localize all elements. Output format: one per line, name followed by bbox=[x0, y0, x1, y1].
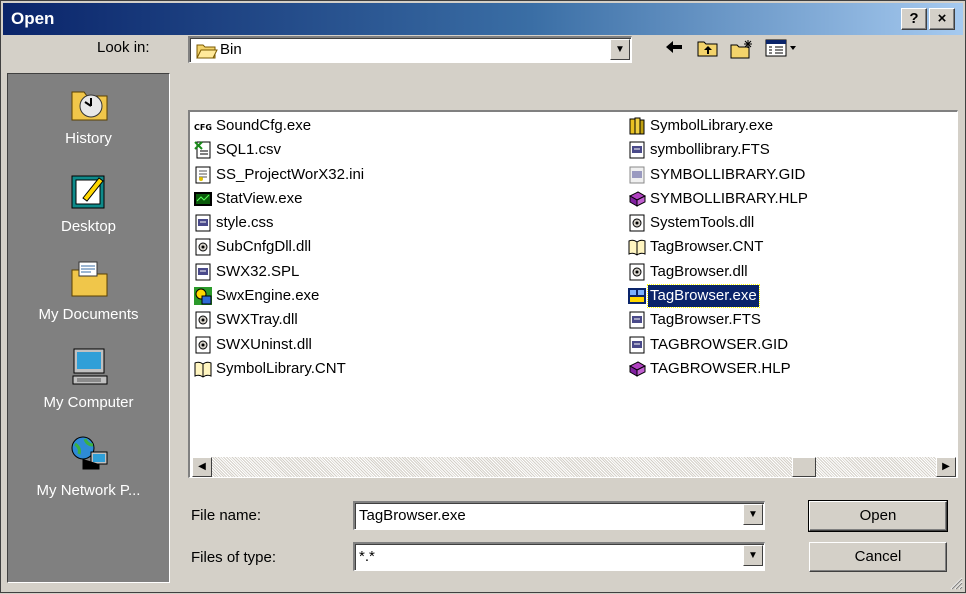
statview-app-icon bbox=[194, 190, 212, 208]
file-name-input[interactable]: TagBrowser.exe ▼ bbox=[353, 501, 765, 530]
svg-text:CFG: CFG bbox=[194, 123, 212, 132]
open-button[interactable]: Open bbox=[808, 500, 948, 532]
title-bar: Open ? × bbox=[3, 3, 963, 35]
places-bar: History Desktop My Documents My Computer… bbox=[7, 73, 170, 583]
file-name-value: TagBrowser.exe bbox=[359, 507, 466, 524]
generic-doc-icon bbox=[628, 141, 646, 159]
file-list[interactable]: CFG SoundCfg.exe SQL1.csv SS_ProjectWorX… bbox=[188, 110, 958, 478]
up-folder-icon[interactable] bbox=[695, 39, 721, 61]
my-network-places-icon bbox=[69, 434, 111, 476]
cancel-button[interactable]: Cancel bbox=[809, 542, 947, 572]
place-label: Desktop bbox=[60, 218, 117, 235]
files-of-type-dropdown[interactable]: *.* ▼ bbox=[353, 542, 765, 571]
dll-icon bbox=[194, 311, 212, 329]
my-computer-icon bbox=[69, 346, 111, 388]
look-in-label: Look in: bbox=[97, 39, 150, 56]
place-my-network-places[interactable]: My Network P... bbox=[8, 430, 169, 520]
place-label: My Computer bbox=[43, 394, 134, 411]
scroll-left-icon[interactable]: ◀ bbox=[192, 457, 212, 477]
history-icon bbox=[69, 82, 111, 124]
help-contents-icon bbox=[194, 360, 212, 378]
place-my-computer[interactable]: My Computer bbox=[8, 342, 169, 432]
library-app-icon bbox=[628, 117, 646, 135]
gid-icon bbox=[628, 166, 646, 184]
scroll-right-icon[interactable]: ▶ bbox=[936, 457, 956, 477]
look-in-dropdown[interactable]: Bin ▼ bbox=[188, 36, 632, 63]
back-icon[interactable] bbox=[661, 39, 687, 61]
help-book-icon bbox=[628, 190, 647, 208]
dll-icon bbox=[194, 238, 212, 256]
dll-icon bbox=[628, 263, 646, 281]
dll-icon bbox=[194, 336, 212, 354]
help-book-icon bbox=[628, 360, 647, 378]
look-in-dropdown-arrow-icon[interactable]: ▼ bbox=[610, 39, 630, 60]
generic-doc-icon bbox=[628, 311, 646, 329]
resize-grip-icon[interactable] bbox=[949, 576, 963, 590]
file-name-dropdown-arrow-icon[interactable]: ▼ bbox=[743, 504, 763, 525]
look-in-value: Bin bbox=[220, 41, 242, 58]
my-documents-icon bbox=[69, 258, 111, 300]
generic-doc-icon bbox=[194, 214, 212, 232]
tagbrowser-app-icon bbox=[628, 287, 646, 305]
engine-app-icon bbox=[194, 287, 212, 306]
place-label: My Documents bbox=[38, 306, 139, 323]
view-menu-icon[interactable] bbox=[763, 39, 799, 61]
generic-doc-icon bbox=[628, 336, 646, 354]
files-of-type-value: *.* bbox=[359, 548, 375, 565]
window-title: Open bbox=[11, 9, 55, 28]
close-button[interactable]: × bbox=[929, 8, 955, 30]
open-folder-icon bbox=[196, 42, 218, 63]
dll-icon bbox=[628, 214, 646, 232]
horizontal-scrollbar[interactable]: ◀ ▶ bbox=[192, 457, 956, 477]
csv-icon bbox=[194, 141, 212, 159]
scrollbar-thumb[interactable] bbox=[792, 457, 816, 477]
new-folder-icon[interactable] bbox=[729, 39, 755, 61]
ini-icon bbox=[194, 166, 212, 184]
files-of-type-dropdown-arrow-icon[interactable]: ▼ bbox=[743, 545, 763, 566]
place-my-documents[interactable]: My Documents bbox=[8, 254, 169, 344]
help-button[interactable]: ? bbox=[901, 8, 927, 30]
open-dialog: Open ? × Look in: Bin ▼ History Desktop … bbox=[0, 0, 966, 593]
place-label: History bbox=[65, 130, 112, 147]
file-name-label: File name: bbox=[191, 507, 262, 524]
files-of-type-label: Files of type: bbox=[191, 549, 277, 566]
help-contents-icon bbox=[628, 238, 646, 257]
place-desktop[interactable]: Desktop bbox=[8, 166, 169, 256]
place-label: My Network P... bbox=[36, 482, 141, 499]
generic-doc-icon bbox=[194, 263, 212, 281]
desktop-icon bbox=[69, 170, 111, 212]
cfg-app-icon: CFG bbox=[194, 117, 212, 135]
place-history[interactable]: History bbox=[8, 78, 169, 168]
